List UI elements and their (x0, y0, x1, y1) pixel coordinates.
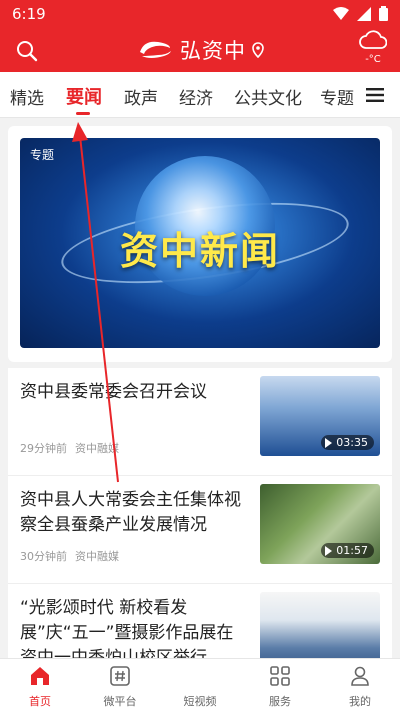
bottom-nav: 首页 微平台 短视频 服务 我的 (0, 658, 400, 711)
battery-icon (379, 6, 388, 21)
top-bar: 6:19 弘资中 -°C (0, 0, 400, 72)
play-icon (325, 437, 333, 448)
video-icon (189, 665, 211, 687)
search-icon[interactable] (16, 40, 38, 62)
active-tab-indicator (76, 112, 90, 115)
weather-temp: -°C (365, 54, 381, 65)
video-duration: 01:57 (336, 544, 368, 557)
nav-home[interactable]: 首页 (0, 659, 80, 711)
tab-headlines[interactable]: 要闻 (66, 83, 102, 109)
play-icon (325, 545, 333, 556)
nav-label: 首页 (29, 695, 51, 708)
news-source: 资中融媒 (75, 550, 119, 563)
status-bar: 6:19 (0, 0, 400, 28)
weather-widget[interactable]: -°C (358, 30, 388, 70)
nav-micro-platform[interactable]: 微平台 (80, 659, 160, 711)
wifi-icon (333, 6, 349, 20)
news-time: 30分钟前 (20, 550, 67, 563)
menu-icon[interactable] (366, 88, 384, 102)
nav-me[interactable]: 我的 (320, 659, 400, 711)
hashtag-icon (110, 666, 130, 686)
news-title[interactable]: 资中县人大常委会主任集体视察全县蚕桑产业发展情况 (20, 488, 248, 538)
status-icons (333, 6, 388, 21)
nav-label: 微平台 (103, 695, 137, 708)
banner-title: 资中新闻 (119, 229, 280, 273)
news-meta: 29分钟前 资中融媒 (20, 440, 119, 456)
nav-label: 短视频 (183, 695, 217, 708)
news-thumbnail[interactable]: 03:35 (260, 376, 380, 456)
news-title[interactable]: 资中县委常委会召开会议 (20, 380, 248, 405)
news-time: 29分钟前 (20, 442, 67, 455)
status-time: 6:19 (12, 5, 46, 23)
video-duration: 03:35 (336, 436, 368, 449)
nav-short-video[interactable]: 短视频 (160, 659, 240, 711)
news-item[interactable]: 资中县人大常委会主任集体视察全县蚕桑产业发展情况 30分钟前 资中融媒 01:5… (8, 476, 392, 584)
tab-public-culture[interactable]: 公共文化 (234, 84, 302, 109)
featured-card[interactable]: 专题 资中新闻 (8, 126, 392, 362)
banner-tag: 专题 (30, 148, 55, 162)
logo-text: 弘资中 (180, 39, 246, 63)
nav-label: 服务 (269, 695, 291, 708)
news-list: 资中县委常委会召开会议 29分钟前 资中融媒 03:35 资中县人大常委会主任集… (8, 368, 392, 672)
tab-special[interactable]: 专题 (320, 84, 354, 109)
featured-banner-image[interactable]: 专题 资中新闻 (20, 138, 380, 348)
nav-services[interactable]: 服务 (240, 659, 320, 711)
tab-economy[interactable]: 经济 (179, 84, 213, 109)
signal-icon (357, 6, 371, 21)
user-icon (351, 666, 369, 686)
news-source: 资中融媒 (75, 442, 119, 455)
tab-politics[interactable]: 政声 (124, 84, 158, 109)
app-logo: 弘资中 (136, 36, 266, 64)
location-pin-icon (252, 42, 264, 58)
news-thumbnail[interactable]: 01:57 (260, 484, 380, 564)
logo-mark-icon (140, 41, 171, 58)
channel-tabs: 精选 要闻 政声 经济 公共文化 专题 (0, 72, 400, 118)
app-screen: 6:19 弘资中 -°C 精选 要闻 政声 经济 公共文化 专题 专题 资中新闻… (0, 0, 400, 711)
grid-icon (270, 666, 290, 686)
news-meta: 30分钟前 资中融媒 (20, 548, 119, 564)
tab-featured[interactable]: 精选 (10, 84, 44, 109)
video-duration-badge: 03:35 (321, 435, 374, 450)
news-feed: 专题 资中新闻 资中县委常委会召开会议 29分钟前 资中融媒 03:35 资中县… (0, 118, 400, 672)
cloud-weather-icon (359, 30, 388, 49)
news-item[interactable]: 资中县委常委会召开会议 29分钟前 资中融媒 03:35 (8, 368, 392, 476)
home-icon (31, 667, 49, 685)
nav-label: 我的 (349, 695, 371, 708)
video-duration-badge: 01:57 (321, 543, 374, 558)
